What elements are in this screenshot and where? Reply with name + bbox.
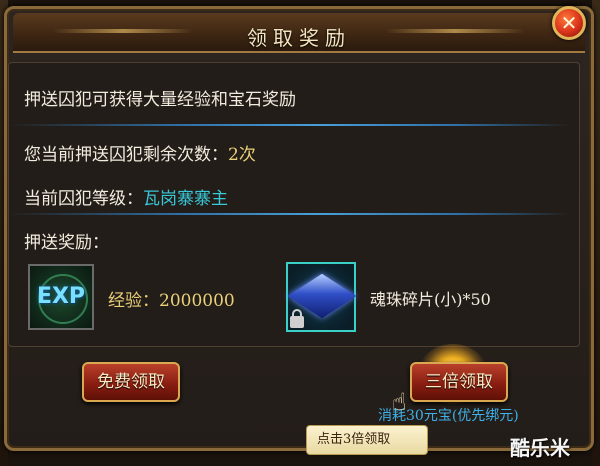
- remaining-value: 2次: [228, 145, 256, 165]
- remaining-label: 您当前押送囚犯剩余次数：: [24, 145, 228, 165]
- dialog-title: 领取奖励: [247, 26, 351, 50]
- prisoner-level-row: 当前囚犯等级：瓦岗寨寨主: [24, 184, 228, 209]
- level-value: 瓦岗寨寨主: [143, 189, 228, 209]
- close-icon: ✕: [560, 11, 578, 35]
- description-text: 押送囚犯可获得大量经验和宝石奖励: [24, 90, 296, 110]
- gem-reward-label: 魂珠碎片(小)*50: [370, 290, 491, 309]
- guide-tooltip: 点击3倍领取: [306, 425, 428, 455]
- remaining-count-row: 您当前押送囚犯剩余次数：2次: [24, 140, 256, 165]
- watermark-logo: 酷乐米: [510, 436, 570, 460]
- exp-label: 经验：: [108, 291, 159, 311]
- title-ornament-right: [385, 29, 525, 33]
- gem-icon[interactable]: [286, 262, 357, 332]
- level-label: 当前囚犯等级：: [24, 189, 143, 209]
- title-bar: 领取奖励: [13, 13, 585, 53]
- exp-icon-text: EXP: [36, 284, 86, 309]
- pointer-hand-icon: ☝: [392, 388, 407, 416]
- lock-icon: [290, 309, 304, 328]
- divider-top: [10, 124, 570, 126]
- reward-label: 押送奖励：: [24, 233, 109, 253]
- exp-icon[interactable]: EXP: [28, 264, 94, 330]
- free-claim-button[interactable]: 免费领取: [82, 362, 180, 402]
- triple-claim-button[interactable]: 三倍领取: [410, 362, 508, 402]
- divider-bottom: [10, 213, 570, 215]
- exp-reward-row: 经验：2000000: [108, 286, 235, 311]
- close-button[interactable]: ✕: [552, 6, 586, 40]
- exp-value: 2000000: [159, 291, 235, 311]
